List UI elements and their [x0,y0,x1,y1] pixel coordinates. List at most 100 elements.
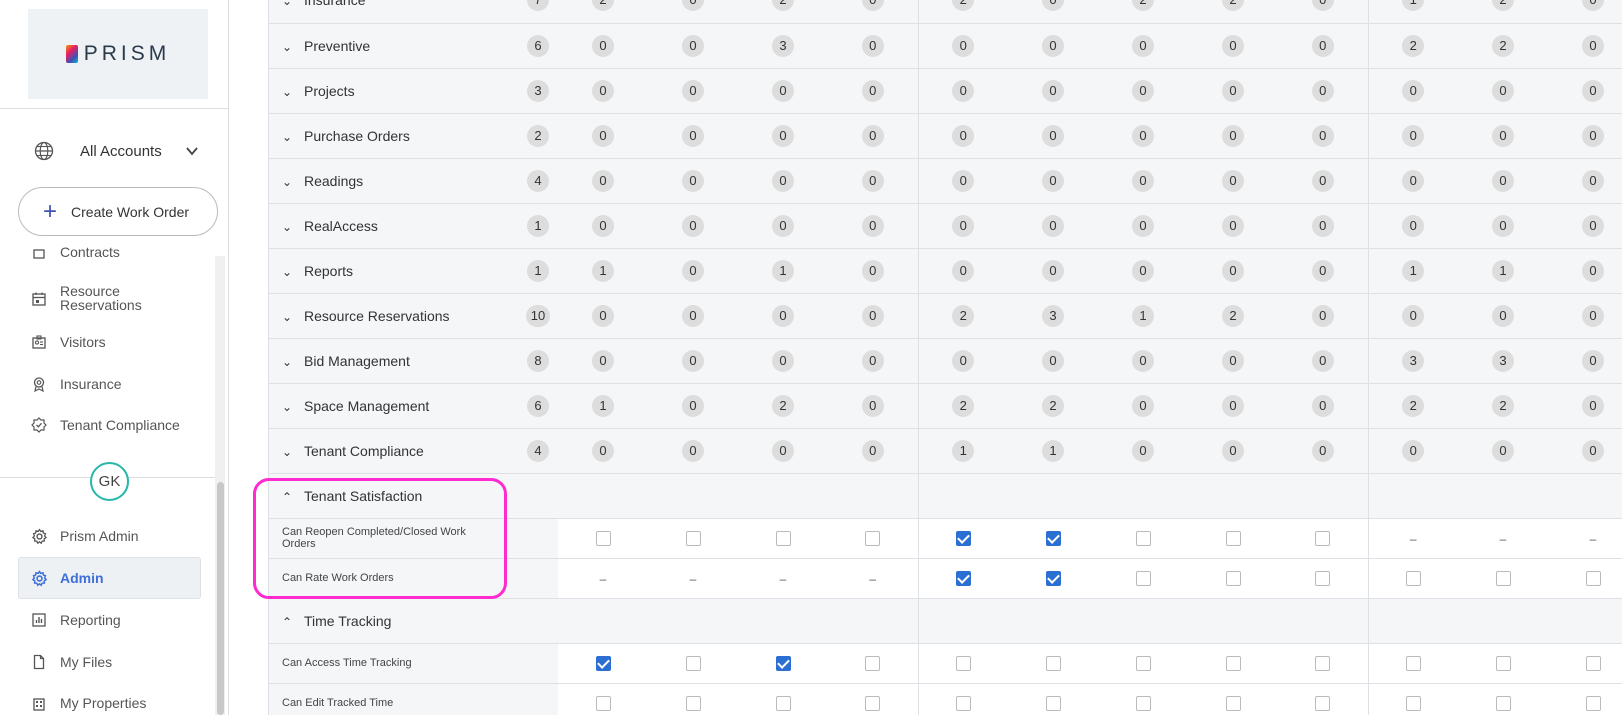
account-selector[interactable]: All Accounts [34,137,204,165]
checkbox-unchecked[interactable] [1495,656,1511,672]
category-row[interactable]: ⌄ Purchase Orders 2 0 0 0 0 0 0 0 0 0 0 0 0 [268,113,1622,159]
sidebar-item-my-files[interactable]: My Files [30,653,112,671]
category-name-cell[interactable]: ⌄ Preventive [268,23,518,69]
checkbox-checked[interactable] [1045,531,1061,547]
chevron-down-icon[interactable]: ⌄ [282,355,296,369]
checkbox-unchecked[interactable] [1315,571,1331,587]
category-name-cell[interactable]: ⌄ Projects [268,68,518,114]
category-row[interactable]: ⌄ Tenant Compliance 4 0 0 0 0 1 1 0 0 0 0 0 0 [268,428,1622,474]
chevron-down-icon[interactable]: ⌄ [282,0,296,8]
checkbox-unchecked[interactable] [685,656,701,672]
category-name-cell[interactable]: ⌄ RealAccess [268,203,518,249]
category-row[interactable]: ⌄ Bid Management 8 0 0 0 0 0 0 0 0 0 3 3 0 [268,338,1622,384]
visitors-icon [30,333,48,351]
count-badge: 0 [1311,124,1334,147]
checkbox-unchecked[interactable] [865,656,881,672]
chevron-down-icon[interactable]: ⌄ [282,130,296,144]
checkbox-unchecked[interactable] [685,531,701,547]
checkbox-unchecked[interactable] [1315,531,1331,547]
category-row[interactable]: ⌄ RealAccess 1 0 0 0 0 0 0 0 0 0 0 0 0 [268,203,1622,249]
checkbox-unchecked[interactable] [1135,531,1151,547]
checkbox-unchecked[interactable] [775,531,791,547]
checkbox-unchecked[interactable] [1135,656,1151,672]
checkbox-unchecked[interactable] [865,531,881,547]
sidebar-item-reporting[interactable]: Reporting [30,611,121,629]
category-row[interactable]: ⌄ Preventive 6 0 0 3 0 0 0 0 0 0 2 2 0 [268,23,1622,69]
chevron-down-icon[interactable]: ⌄ [282,85,296,99]
checkbox-checked[interactable] [955,531,971,547]
chevron-up-icon[interactable]: ⌃ [282,490,296,504]
section-row[interactable]: ⌃ Tenant Satisfaction [268,473,1622,519]
checkbox-unchecked[interactable] [1405,696,1421,712]
sidebar-scrollbar-thumb[interactable] [217,482,224,715]
sidebar-item-admin[interactable]: Admin [30,569,104,587]
section-name-cell[interactable]: ⌃ Tenant Satisfaction [268,473,518,519]
chevron-down-icon[interactable]: ⌄ [282,175,296,189]
permission-cell [1548,643,1622,684]
sidebar-item-contracts[interactable]: Contracts [30,243,120,261]
sidebar-item-prism-admin[interactable]: Prism Admin [30,527,139,545]
logo[interactable]: PRISM [28,9,208,99]
create-work-order-button[interactable]: + Create Work Order [18,187,218,236]
category-name-cell[interactable]: ⌄ Purchase Orders [268,113,518,159]
chevron-down-icon[interactable]: ⌄ [282,400,296,414]
sidebar-item-visitors[interactable]: Visitors [30,333,106,351]
checkbox-unchecked[interactable] [1225,571,1241,587]
checkbox-unchecked[interactable] [1405,571,1421,587]
checkbox-unchecked[interactable] [1315,696,1331,712]
category-name-cell[interactable]: ⌄ Bid Management [268,338,518,384]
chevron-down-icon[interactable] [184,143,200,159]
checkbox-unchecked[interactable] [1495,696,1511,712]
category-name-cell[interactable]: ⌄ Insurance [268,0,518,24]
avatar[interactable]: GK [90,462,129,501]
checkbox-unchecked[interactable] [685,696,701,712]
category-row[interactable]: ⌄ Reports 1 1 0 1 0 0 0 0 0 0 1 1 0 [268,248,1622,294]
category-name-cell[interactable]: ⌄ Readings [268,158,518,204]
category-name-cell[interactable]: ⌄ Reports [268,248,518,294]
checkbox-checked[interactable] [955,571,971,587]
checkbox-unchecked[interactable] [1585,696,1601,712]
checkbox-unchecked[interactable] [1585,571,1601,587]
sidebar-item-insurance[interactable]: Insurance [30,375,121,393]
chevron-down-icon[interactable]: ⌄ [282,310,296,324]
section-row[interactable]: ⌃ Time Tracking [268,598,1622,644]
checkbox-checked[interactable] [595,656,611,672]
chevron-up-icon[interactable]: ⌃ [282,615,296,629]
checkbox-unchecked[interactable] [1405,656,1421,672]
checkbox-unchecked[interactable] [1045,696,1061,712]
sidebar-item-my-properties[interactable]: My Properties [30,694,146,712]
category-name-cell[interactable]: ⌄ Tenant Compliance [268,428,518,474]
checkbox-unchecked[interactable] [1225,696,1241,712]
checkbox-checked[interactable] [775,656,791,672]
category-row[interactable]: ⌄ Insurance 7 2 0 2 0 2 0 2 2 0 1 2 0 [268,0,1622,24]
chevron-down-icon[interactable]: ⌄ [282,220,296,234]
chevron-down-icon[interactable]: ⌄ [282,40,296,54]
chevron-down-icon[interactable]: ⌄ [282,445,296,459]
category-name-cell[interactable]: ⌄ Resource Reservations [268,293,518,339]
checkbox-unchecked[interactable] [1585,656,1601,672]
checkbox-unchecked[interactable] [1135,696,1151,712]
category-row[interactable]: ⌄ Projects 3 0 0 0 0 0 0 0 0 0 0 0 0 [268,68,1622,114]
checkbox-unchecked[interactable] [1225,656,1241,672]
checkbox-unchecked[interactable] [1495,571,1511,587]
section-name-cell[interactable]: ⌃ Time Tracking [268,598,518,644]
checkbox-unchecked[interactable] [1225,531,1241,547]
category-row[interactable]: ⌄ Resource Reservations 10 0 0 0 0 2 3 1 2 0 0 0 0 [268,293,1622,339]
checkbox-unchecked[interactable] [1045,656,1061,672]
checkbox-unchecked[interactable] [1135,571,1151,587]
checkbox-checked[interactable] [1045,571,1061,587]
chevron-down-icon[interactable]: ⌄ [282,265,296,279]
checkbox-unchecked[interactable] [865,696,881,712]
category-row[interactable]: ⌄ Readings 4 0 0 0 0 0 0 0 0 0 0 0 0 [268,158,1622,204]
count-badge: 0 [682,259,704,282]
sidebar-item-tenant-compliance[interactable]: Tenant Compliance [30,416,180,434]
checkbox-unchecked[interactable] [595,531,611,547]
category-row[interactable]: ⌄ Space Management 6 1 0 2 0 2 2 0 0 0 2 2 0 [268,383,1622,429]
checkbox-unchecked[interactable] [955,696,971,712]
sidebar-item-resource-reservations[interactable]: Resource Reservations [30,284,170,312]
checkbox-unchecked[interactable] [1315,656,1331,672]
checkbox-unchecked[interactable] [955,656,971,672]
checkbox-unchecked[interactable] [595,696,611,712]
checkbox-unchecked[interactable] [775,696,791,712]
category-name-cell[interactable]: ⌄ Space Management [268,383,518,429]
